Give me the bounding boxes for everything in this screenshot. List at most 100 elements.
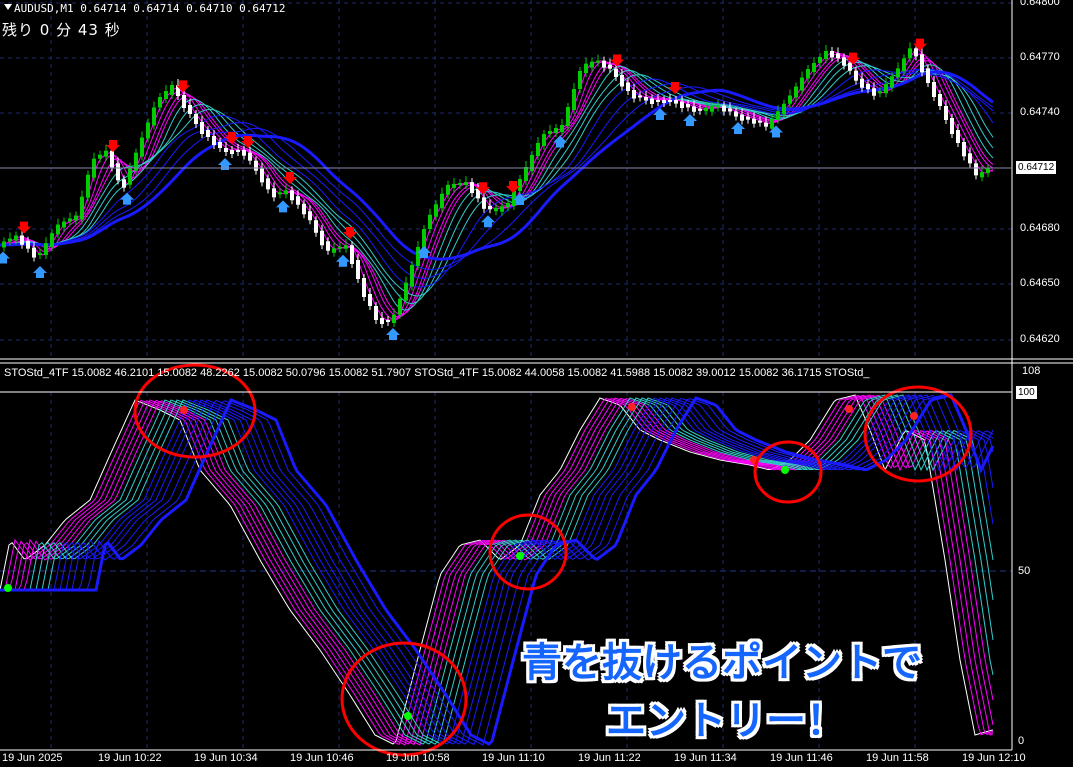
price-label: 0.64770 bbox=[1020, 51, 1060, 63]
candle-body bbox=[158, 97, 162, 108]
candle-body bbox=[440, 193, 444, 209]
candle-body bbox=[296, 196, 300, 205]
candle-body bbox=[494, 207, 498, 212]
candle-body bbox=[290, 190, 294, 201]
candle-body bbox=[278, 192, 282, 195]
signal-dot bbox=[781, 466, 789, 474]
candle-body bbox=[890, 76, 894, 88]
time-label: 19 Jun 10:34 bbox=[194, 752, 258, 764]
indicator-header: STOStd_4TF 15.0082 46.2101 15.0082 48.22… bbox=[4, 367, 870, 379]
signal-dot bbox=[628, 403, 636, 411]
candle-body bbox=[590, 61, 594, 68]
candle-body bbox=[902, 58, 906, 72]
chart-menu-icon[interactable] bbox=[4, 4, 12, 10]
candle-body bbox=[956, 130, 960, 143]
signal-dot bbox=[516, 552, 524, 560]
candle-body bbox=[434, 204, 438, 217]
candle-body bbox=[968, 153, 972, 164]
candle-body bbox=[392, 314, 396, 323]
candle-body bbox=[86, 174, 90, 198]
candle-body bbox=[704, 107, 708, 112]
candle-body bbox=[170, 85, 174, 95]
price-label: 0.64620 bbox=[1020, 333, 1060, 345]
buy-arrow-icon bbox=[386, 328, 400, 340]
candle-body bbox=[974, 163, 978, 176]
candle-body bbox=[686, 104, 690, 108]
candle-body bbox=[398, 298, 402, 315]
candle-body bbox=[164, 91, 168, 99]
candle-body bbox=[728, 108, 732, 112]
candle-body bbox=[698, 108, 702, 111]
candle-body bbox=[518, 179, 522, 191]
candle-body bbox=[668, 100, 672, 102]
candle-body bbox=[416, 247, 420, 266]
ma-line bbox=[0, 70, 994, 261]
candle-body bbox=[458, 183, 462, 186]
sell-arrow-icon bbox=[17, 221, 31, 234]
signal-dot bbox=[4, 584, 12, 592]
candle-body bbox=[338, 246, 342, 249]
time-label: 19 Jun 10:22 bbox=[98, 752, 162, 764]
candle-body bbox=[344, 245, 348, 249]
buy-arrow-icon bbox=[33, 266, 47, 278]
buy-arrow-icon bbox=[336, 254, 350, 267]
candle-body bbox=[884, 83, 888, 94]
sell-arrow-icon bbox=[506, 181, 520, 193]
candle-body bbox=[788, 95, 792, 104]
candle-body bbox=[380, 318, 384, 324]
candle-body bbox=[812, 63, 816, 72]
time-label: 19 Jun 11:34 bbox=[674, 752, 737, 764]
candle-body bbox=[314, 220, 318, 233]
candle-body bbox=[644, 97, 648, 101]
candle-body bbox=[224, 148, 228, 152]
signal-dot bbox=[180, 406, 188, 414]
candle-body bbox=[560, 125, 564, 132]
candle-body bbox=[98, 154, 102, 159]
candle-body bbox=[482, 197, 486, 209]
candle-body bbox=[26, 240, 30, 249]
candle-body bbox=[350, 245, 354, 264]
signal-dot bbox=[845, 405, 853, 413]
price-label: 0.64740 bbox=[1020, 106, 1060, 118]
trading-chart[interactable]: AUDUSD,M1 0.64714 0.64714 0.64710 0.6471… bbox=[0, 0, 1073, 767]
candle-body bbox=[2, 241, 6, 248]
candle-body bbox=[146, 122, 150, 139]
candle-body bbox=[386, 320, 390, 322]
candle-body bbox=[20, 235, 24, 245]
candle-body bbox=[830, 51, 834, 58]
buy-arrow-icon bbox=[731, 122, 745, 134]
candle-body bbox=[470, 182, 474, 193]
level-50-label: 50 bbox=[1018, 565, 1031, 577]
candle-body bbox=[716, 105, 720, 108]
candle-body bbox=[230, 150, 234, 154]
candle-body bbox=[446, 184, 450, 195]
candle-body bbox=[638, 95, 642, 98]
candle-body bbox=[572, 89, 576, 110]
candle-body bbox=[266, 178, 270, 190]
candle-body bbox=[236, 150, 240, 152]
candle-body bbox=[116, 163, 120, 181]
candle-body bbox=[860, 78, 864, 88]
candle-body bbox=[944, 106, 948, 120]
candle-body bbox=[362, 278, 366, 297]
candle-body bbox=[56, 224, 60, 235]
candle-body bbox=[14, 235, 18, 241]
signal-dot bbox=[910, 412, 918, 420]
candle-body bbox=[464, 182, 468, 186]
candle-body bbox=[200, 122, 204, 134]
ma-line bbox=[0, 69, 994, 288]
candle-body bbox=[284, 190, 288, 195]
time-label: 19 Jun 11:46 bbox=[770, 752, 833, 764]
candle-body bbox=[608, 64, 612, 69]
candle-body bbox=[950, 118, 954, 134]
candle-body bbox=[596, 60, 600, 63]
annotation-line-2: エントリー！ bbox=[606, 698, 846, 744]
candle-body bbox=[896, 68, 900, 78]
candle-body bbox=[308, 211, 312, 221]
ma-line bbox=[0, 65, 994, 297]
candle-body bbox=[104, 150, 108, 157]
time-label: 19 Jun 12:10 bbox=[962, 752, 1026, 764]
candle-body bbox=[500, 206, 504, 212]
sell-arrow-icon bbox=[106, 140, 120, 152]
candle-body bbox=[212, 136, 216, 145]
